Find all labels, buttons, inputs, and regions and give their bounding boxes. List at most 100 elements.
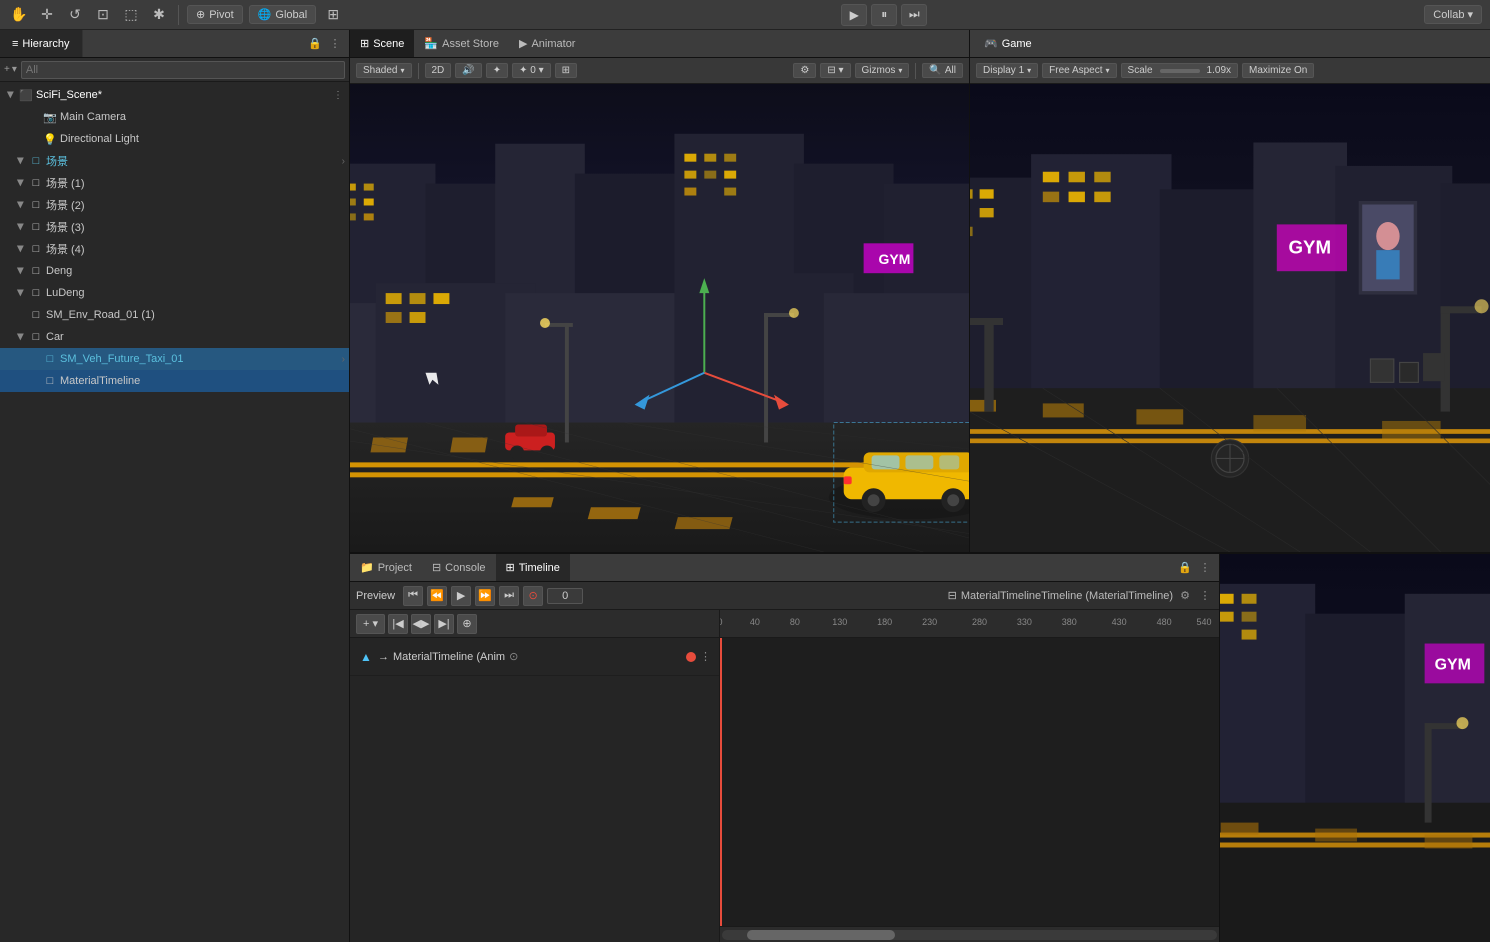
scroll-thumb[interactable] [747,930,896,940]
display-dropdown[interactable]: Display 1 ▾ [976,63,1038,78]
ruler-mark-130: 130 [832,617,847,627]
scene-tab-bar: ⊞ Scene 🏪 Asset Store ▶ Animator [350,30,969,58]
pivot-button[interactable]: ⊕ Pivot [187,5,243,24]
tree-expand-ludeng[interactable]: ▶ [14,286,28,300]
scale-slider[interactable] [1160,69,1200,73]
tree-expand-scene5[interactable]: ▶ [14,242,28,256]
hierarchy-search-input[interactable] [26,64,340,76]
tree-expand-scene4[interactable]: ▶ [14,220,28,234]
add-track-btn[interactable]: + ▾ [356,614,385,634]
game-canvas[interactable]: GYM [970,84,1490,552]
hierarchy-lock-btn[interactable]: 🔒 [307,36,323,52]
expand-btn[interactable]: ⊕ [457,614,477,634]
rotate-tool-icon[interactable]: ↺ [64,4,86,26]
timeline-lock-btn[interactable]: 🔒 [1177,560,1193,576]
hand-tool-icon[interactable]: ✋ [8,4,30,26]
step-button[interactable]: ⏭ [901,4,927,26]
scale-control[interactable]: Scale 1.09x [1121,63,1238,78]
scene-tab-asset-store[interactable]: 🏪 Asset Store [414,30,509,57]
scene-canvas[interactable]: GYM [350,84,969,552]
fx-btn[interactable]: ✦ [486,63,508,78]
tree-item-dir-light[interactable]: ▶ 💡 Directional Light [0,128,349,150]
tl-end-btn[interactable]: ⏭ [499,586,519,606]
tl-prev-btn[interactable]: ⏪ [427,586,447,606]
tree-item-root[interactable]: ▶ ⬛ SciFi_Scene* ⋮ [0,84,349,106]
timeline-more-btn[interactable]: ⋮ [1197,560,1213,576]
tree-item-deng[interactable]: ▶ □ Deng [0,260,349,282]
audio-btn[interactable]: 🔊 [455,63,481,78]
tree-item-scene3[interactable]: ▶ □ 场景 (2) [0,194,349,216]
move-tool-icon[interactable]: ✛ [36,4,58,26]
collab-button[interactable]: Collab ▾ [1424,5,1482,24]
track-eye-icon[interactable]: ⊙ [509,650,518,663]
tree-item-scene5[interactable]: ▶ □ 场景 (4) [0,238,349,260]
timeline-tracks-toolbar: + ▾ |◀ ◀▶ ▶| ⊕ [350,610,719,638]
tree-expand-scene2[interactable]: ▶ [14,176,28,190]
tree-item-scene2[interactable]: ▶ □ 场景 (1) [0,172,349,194]
tree-item-main-camera[interactable]: ▶ 📷 Main Camera [0,106,349,128]
tree-expand-scene1[interactable]: ▶ [14,154,28,168]
tree-expand-deng[interactable]: ▶ [14,264,28,278]
tree-expand-scene3[interactable]: ▶ [14,198,28,212]
gizmos-btn[interactable]: Gizmos ▾ [855,63,910,78]
scene-more-btn[interactable]: ⋮ [333,90,349,101]
scene-tab-animator[interactable]: ▶ Animator [509,30,586,57]
tl-time-input[interactable] [547,588,583,604]
layers-btn[interactable]: ✦ 0 ▾ [512,63,551,78]
tree-item-sm-veh[interactable]: ▶ □ SM_Veh_Future_Taxi_01 › [0,348,349,370]
bottom-game-view: GYM [1220,554,1490,942]
tree-expand-root[interactable]: ▶ [4,88,18,102]
ludeng-icon: □ [28,285,44,301]
tree-item-car[interactable]: ▶ □ Car [0,326,349,348]
tree-item-material-timeline[interactable]: ▶ □ MaterialTimeline [0,370,349,392]
hierarchy-tab[interactable]: ≡ Hierarchy [0,30,83,57]
tl-play-btn[interactable]: ▶ [451,586,471,606]
hierarchy-more-btn[interactable]: ⋮ [327,36,343,52]
project-tab[interactable]: 📁 Project [350,554,422,581]
trim-left-btn[interactable]: |◀ [388,614,408,634]
clip-more-btn[interactable]: ⋮ [1197,588,1213,604]
search-scene-btn[interactable]: 🔍 All [922,63,963,78]
scene3-label: 场景 (2) [46,197,85,213]
scale-tool-icon[interactable]: ⊡ [92,4,114,26]
grid-icon[interactable]: ⊞ [322,4,344,26]
tree-item-env-road[interactable]: ▶ □ SM_Env_Road_01 (1) [0,304,349,326]
scroll-track[interactable] [722,930,1217,940]
multi-tool-icon[interactable]: ✱ [148,4,170,26]
hierarchy-search-input-wrap[interactable] [21,61,345,79]
trim-right-btn[interactable]: ▶| [434,614,454,634]
track-more-btn[interactable]: ⋮ [700,650,711,663]
tl-record-btn[interactable]: ⊙ [523,586,543,606]
tl-next-btn[interactable]: ⏩ [475,586,495,606]
pause-button[interactable]: ⏸ [871,4,897,26]
tree-item-scene4[interactable]: ▶ □ 场景 (3) [0,216,349,238]
console-tab[interactable]: ⊟ Console [422,554,496,581]
clip-settings-btn[interactable]: ⚙ [1177,588,1193,604]
trim-clip-btn[interactable]: ◀▶ [411,614,431,634]
aspect-dropdown[interactable]: Free Aspect ▾ [1042,63,1116,78]
timeline-tab-btn[interactable]: ⊞ Timeline [496,554,570,581]
gizmos-settings-btn[interactable]: ⚙ [793,63,816,78]
tree-item-scene1[interactable]: ▶ □ 场景 › [0,150,349,172]
tree-expand-car[interactable]: ▶ [14,330,28,344]
search-dropdown[interactable]: + ▾ [4,64,17,75]
grid-btn[interactable]: ⊞ [555,63,577,78]
track-row-1: ▲ → MaterialTimeline (Anim ⊙ ⋮ [350,638,719,676]
display-type-btn[interactable]: ⊟ ▾ [820,63,850,78]
display-arrow: ▾ [1027,66,1031,75]
timeline-keyframe-area[interactable] [720,638,1219,926]
game-svg: GYM [970,84,1490,552]
rect-tool-icon[interactable]: ⬚ [120,4,142,26]
maximize-btn[interactable]: Maximize On [1242,63,1314,78]
play-button[interactable]: ▶ [841,4,867,26]
deng-label: Deng [46,265,72,277]
tl-start-btn[interactable]: ⏮ [403,586,423,606]
2d-btn[interactable]: 2D [425,63,452,78]
global-button[interactable]: 🌐 Global [249,5,317,24]
car-label: Car [46,331,64,343]
game-tab-btn[interactable]: 🎮 Game [978,37,1038,50]
scene-tab-scene[interactable]: ⊞ Scene [350,30,414,57]
tree-item-ludeng[interactable]: ▶ □ LuDeng [0,282,349,304]
timeline-playhead[interactable] [720,638,722,926]
shading-dropdown[interactable]: Shaded ▾ [356,63,412,78]
